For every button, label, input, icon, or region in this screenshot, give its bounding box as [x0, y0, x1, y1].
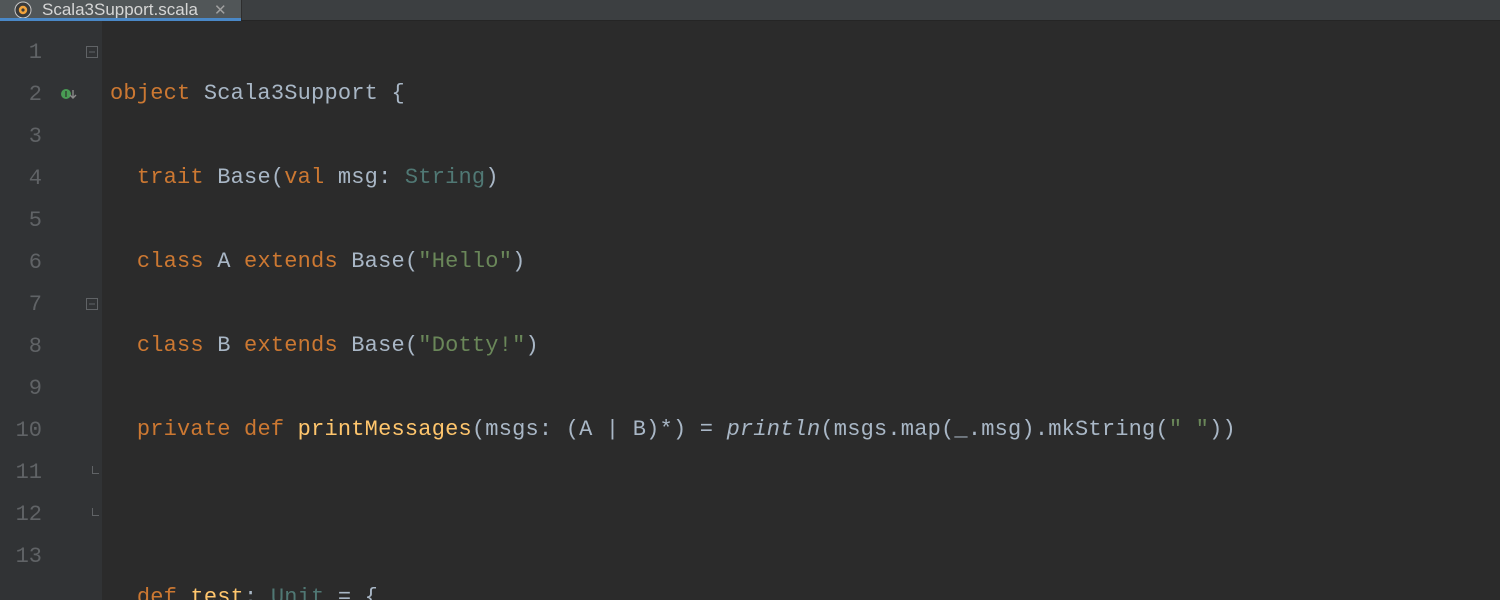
line-number: 4 [0, 166, 56, 191]
scala-file-icon [14, 1, 32, 19]
editor-window: Scala3Support.scala ✕ 1 2 I 3 4 5 6 7 8 … [0, 0, 1500, 600]
code-line: private def printMessages(msgs: (A | B)*… [110, 409, 1500, 451]
line-number: 2 [0, 82, 56, 107]
gutter: 1 2 I 3 4 5 6 7 8 9 10 11 12 13 [0, 21, 102, 600]
tab-filename: Scala3Support.scala [42, 0, 198, 20]
code-line: def test: Unit = { [110, 577, 1500, 600]
code-area[interactable]: object Scala3Support { trait Base(val ms… [102, 21, 1500, 600]
svg-text:I: I [65, 90, 67, 99]
line-number: 13 [0, 544, 56, 569]
tab-bar: Scala3Support.scala ✕ [0, 0, 1500, 21]
file-tab[interactable]: Scala3Support.scala ✕ [0, 0, 242, 20]
line-number: 6 [0, 250, 56, 275]
code-line: object Scala3Support { [110, 73, 1500, 115]
line-number: 11 [0, 460, 56, 485]
line-number: 12 [0, 502, 56, 527]
fold-end-icon [86, 466, 98, 478]
fold-end-icon [86, 508, 98, 520]
code-line: class B extends Base("Dotty!") [110, 325, 1500, 367]
line-number: 9 [0, 376, 56, 401]
code-line [110, 493, 1500, 535]
close-icon[interactable]: ✕ [214, 1, 227, 19]
fold-handle[interactable] [86, 298, 98, 310]
fold-handle[interactable] [86, 46, 98, 58]
line-number: 10 [0, 418, 56, 443]
code-line: class A extends Base("Hello") [110, 241, 1500, 283]
code-line: trait Base(val msg: String) [110, 157, 1500, 199]
line-number: 1 [0, 40, 56, 65]
line-number: 5 [0, 208, 56, 233]
implementing-method-icon[interactable]: I [61, 86, 77, 102]
line-number: 3 [0, 124, 56, 149]
line-number: 8 [0, 334, 56, 359]
line-number: 7 [0, 292, 56, 317]
editor-body: 1 2 I 3 4 5 6 7 8 9 10 11 12 13 object S… [0, 21, 1500, 600]
